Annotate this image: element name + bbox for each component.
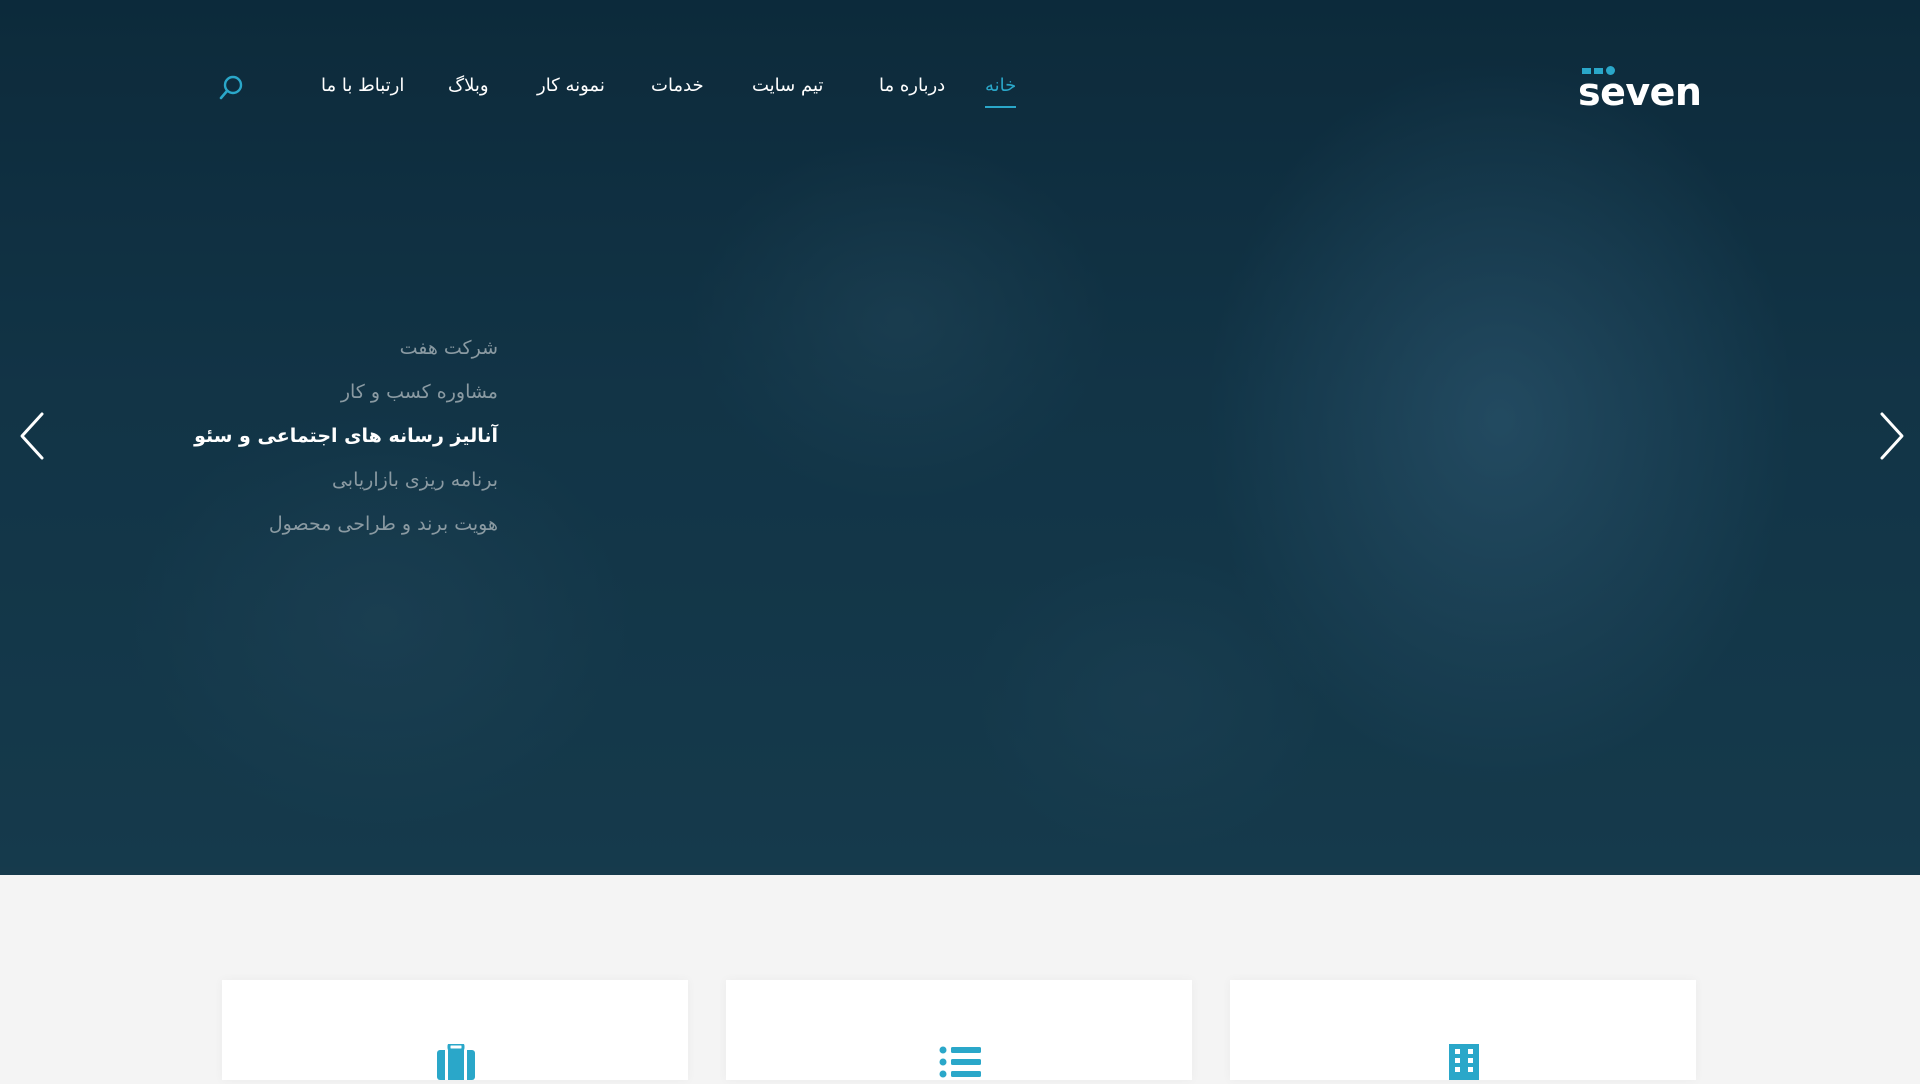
list-icon	[939, 1044, 981, 1080]
building-icon	[1443, 1044, 1485, 1080]
slider-item[interactable]: هویت برند و طراحی محصول	[194, 502, 498, 546]
slider-topics: شرکت هفت مشاوره کسب و کار آنالیز رسانه ه…	[194, 326, 498, 546]
slider-item[interactable]: مشاوره کسب و کار	[194, 370, 498, 414]
nav-item-about[interactable]: درباره ما	[879, 74, 945, 98]
slider-item[interactable]: برنامه ریزی بازاریابی	[194, 458, 498, 502]
feature-cards	[0, 980, 1920, 1080]
main-nav: خانه درباره ما تیم سایت خدمات نمونه کار …	[0, 74, 1920, 108]
site-header: seven خانه درباره ما تیم سایت خدمات نمون…	[0, 0, 1920, 180]
chevron-right-icon[interactable]	[1870, 408, 1910, 464]
briefcase-icon	[435, 1042, 477, 1080]
feature-card-briefcase[interactable]	[222, 980, 688, 1080]
search-icon[interactable]	[218, 74, 246, 102]
slider-item-active[interactable]: آنالیز رسانه های اجتماعی و سئو	[194, 414, 498, 458]
chevron-left-icon[interactable]	[14, 408, 54, 464]
nav-item-contact[interactable]: ارتباط با ما	[321, 74, 404, 98]
feature-card-list[interactable]	[726, 980, 1192, 1080]
hero-banner: seven خانه درباره ما تیم سایت خدمات نمون…	[0, 0, 1920, 875]
nav-item-services[interactable]: خدمات	[651, 74, 704, 98]
nav-item-blog[interactable]: وبلاگ	[448, 74, 489, 98]
nav-item-portfolio[interactable]: نمونه کار	[537, 74, 605, 98]
feature-card-building[interactable]	[1230, 980, 1696, 1080]
slider-item[interactable]: شرکت هفت	[194, 326, 498, 370]
nav-item-home[interactable]: خانه	[985, 74, 1017, 108]
nav-item-team[interactable]: تیم سایت	[752, 74, 823, 98]
hero-bottom-divider	[0, 867, 1920, 875]
